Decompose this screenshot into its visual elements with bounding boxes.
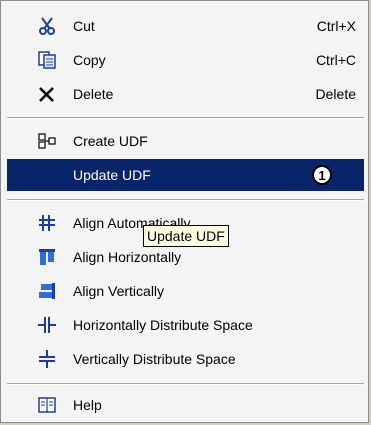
menu-separator (7, 199, 364, 201)
menu-item-shortcut: Ctrl+X (316, 18, 356, 34)
menu-item-label: Vertically Distribute Space (73, 351, 236, 367)
callout-badge: 1 (312, 165, 332, 185)
context-menu: Cut Ctrl+X Copy Ctrl+C Delete Delete Cre… (0, 0, 369, 423)
menu-item-label: Align Vertically (73, 283, 165, 299)
menu-item-shortcut: Ctrl+C (315, 52, 356, 68)
align-auto-icon (37, 213, 57, 233)
menu-item-label: Align Horizontally (73, 249, 182, 265)
scissors-icon (37, 16, 57, 36)
menu-item-align-vertically[interactable]: Align Vertically (7, 275, 364, 307)
align-horizontal-icon (37, 247, 57, 267)
menu-item-cut[interactable]: Cut Ctrl+X (7, 10, 364, 42)
tooltip: Update UDF (143, 225, 229, 247)
delete-x-icon (37, 84, 57, 104)
menu-item-label: Horizontally Distribute Space (73, 317, 253, 333)
menu-item-vertically-distribute-space[interactable]: Vertically Distribute Space (7, 343, 364, 375)
menu-item-label: Delete (73, 86, 114, 102)
udf-icon (37, 131, 57, 151)
menu-item-shortcut: Delete (315, 86, 356, 102)
menu-item-label: Update UDF (73, 167, 151, 183)
distribute-horizontal-icon (37, 315, 57, 335)
menu-item-label: Copy (73, 52, 106, 68)
copy-icon (37, 50, 57, 70)
menu-item-help[interactable]: Help (7, 389, 364, 421)
menu-item-label: Create UDF (73, 133, 148, 149)
menu-item-copy[interactable]: Copy Ctrl+C (7, 44, 364, 76)
menu-item-create-udf[interactable]: Create UDF (7, 125, 364, 157)
menu-item-delete[interactable]: Delete Delete (7, 78, 364, 110)
help-icon (37, 395, 57, 415)
menu-item-label: Help (73, 397, 102, 413)
menu-separator (7, 383, 364, 385)
menu-item-label: Cut (73, 18, 95, 34)
menu-separator (7, 117, 364, 119)
menu-item-update-udf[interactable]: Update UDF 1 (7, 159, 364, 191)
menu-item-horizontally-distribute-space[interactable]: Horizontally Distribute Space (7, 309, 364, 341)
distribute-vertical-icon (37, 349, 57, 369)
align-vertical-icon (37, 281, 57, 301)
